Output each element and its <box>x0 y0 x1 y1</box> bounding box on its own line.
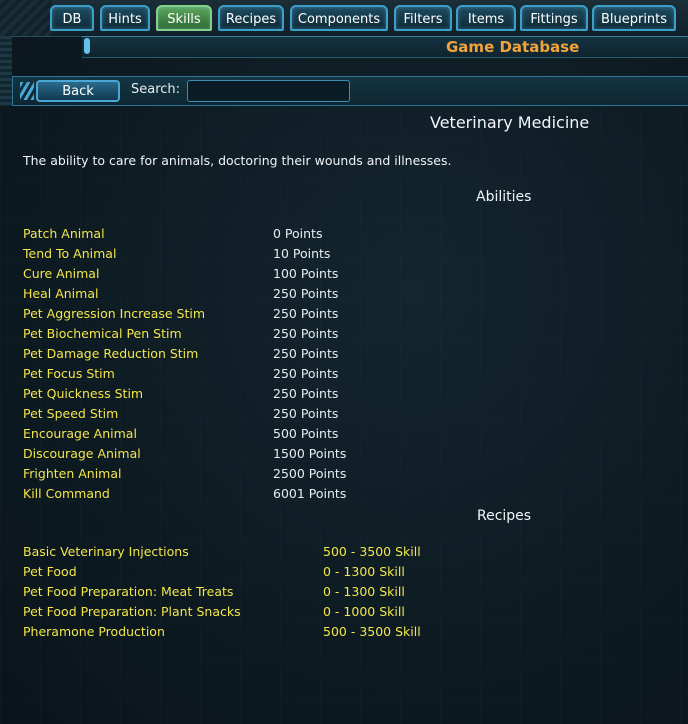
tab-blueprints[interactable]: Blueprints <box>592 5 676 31</box>
ability-points: 250 Points <box>273 326 339 341</box>
ability-name[interactable]: Encourage Animal <box>23 424 137 444</box>
ability-row: Cure Animal 100 Points <box>23 264 623 284</box>
ability-points: 250 Points <box>273 306 339 321</box>
ability-name[interactable]: Pet Damage Reduction Stim <box>23 344 198 364</box>
ability-name[interactable]: Kill Command <box>23 484 110 504</box>
left-frame-decoration <box>0 36 12 106</box>
recipe-name[interactable]: Basic Veterinary Injections <box>23 542 189 562</box>
ability-points: 10 Points <box>273 246 331 261</box>
ability-row: Pet Damage Reduction Stim 250 Points <box>23 344 623 364</box>
title-bar-cap <box>84 38 90 54</box>
nav-decoration <box>0 0 52 36</box>
ability-name[interactable]: Frighten Animal <box>23 464 122 484</box>
skill-description: The ability to care for animals, doctori… <box>23 153 452 168</box>
recipe-skill-range: 0 - 1300 Skill <box>323 584 405 599</box>
skill-title: Veterinary Medicine <box>430 113 590 132</box>
search-input[interactable] <box>187 80 350 102</box>
ability-row: Patch Animal 0 Points <box>23 224 623 244</box>
recipes-heading: Recipes <box>477 508 532 524</box>
ability-points: 1500 Points <box>273 446 347 461</box>
ability-points: 250 Points <box>273 346 339 361</box>
ability-points: 250 Points <box>273 386 339 401</box>
tab-items[interactable]: Items <box>456 5 516 31</box>
back-arrow-icon <box>20 82 34 100</box>
ability-points: 500 Points <box>273 426 339 441</box>
recipe-name[interactable]: Pet Food <box>23 562 77 582</box>
ability-row: Pet Biochemical Pen Stim 250 Points <box>23 324 623 344</box>
ability-name[interactable]: Patch Animal <box>23 224 105 244</box>
abilities-heading: Abilities <box>476 189 532 205</box>
recipe-row: Pheramone Production 500 - 3500 Skill <box>23 622 623 642</box>
ability-name[interactable]: Pet Biochemical Pen Stim <box>23 324 182 344</box>
title-bar <box>82 36 688 58</box>
tab-hints[interactable]: Hints <box>100 5 150 31</box>
tab-db[interactable]: DB <box>50 5 94 31</box>
recipe-name[interactable]: Pet Food Preparation: Meat Treats <box>23 582 233 602</box>
recipe-name[interactable]: Pheramone Production <box>23 622 165 642</box>
recipe-skill-range: 0 - 1000 Skill <box>323 604 405 619</box>
ability-row: Discourage Animal 1500 Points <box>23 444 623 464</box>
ability-name[interactable]: Heal Animal <box>23 284 98 304</box>
tab-fittings[interactable]: Fittings <box>520 5 588 31</box>
recipe-row: Pet Food Preparation: Meat Treats 0 - 130… <box>23 582 623 602</box>
ability-points: 250 Points <box>273 366 339 381</box>
ability-name[interactable]: Pet Aggression Increase Stim <box>23 304 205 324</box>
recipe-skill-range: 500 - 3500 Skill <box>323 624 421 639</box>
tab-components[interactable]: Components <box>290 5 388 31</box>
tab-filters[interactable]: Filters <box>394 5 452 31</box>
ability-points: 0 Points <box>273 226 323 241</box>
recipe-skill-range: 500 - 3500 Skill <box>323 544 421 559</box>
ability-points: 6001 Points <box>273 486 347 501</box>
ability-name[interactable]: Pet Focus Stim <box>23 364 115 384</box>
ability-points: 250 Points <box>273 286 339 301</box>
recipe-name[interactable]: Pet Food Preparation: Plant Snacks <box>23 602 241 622</box>
ability-points: 100 Points <box>273 266 339 281</box>
ability-row: Pet Focus Stim 250 Points <box>23 364 623 384</box>
back-button[interactable]: Back <box>36 80 120 102</box>
tab-recipes[interactable]: Recipes <box>218 5 284 31</box>
ability-row: Encourage Animal 500 Points <box>23 424 623 444</box>
ability-row: Frighten Animal 2500 Points <box>23 464 623 484</box>
recipe-skill-range: 0 - 1300 Skill <box>323 564 405 579</box>
ability-row: Kill Command 6001 Points <box>23 484 623 504</box>
ability-name[interactable]: Cure Animal <box>23 264 99 284</box>
ability-row: Pet Aggression Increase Stim 250 Points <box>23 304 623 324</box>
ability-row: Heal Animal 250 Points <box>23 284 623 304</box>
tab-skills[interactable]: Skills <box>156 5 212 31</box>
ability-points: 2500 Points <box>273 466 347 481</box>
ability-name[interactable]: Tend To Animal <box>23 244 116 264</box>
ability-row: Tend To Animal 10 Points <box>23 244 623 264</box>
ability-name[interactable]: Discourage Animal <box>23 444 141 464</box>
ability-points: 250 Points <box>273 406 339 421</box>
ability-name[interactable]: Pet Quickness Stim <box>23 384 143 404</box>
ability-row: Pet Speed Stim 250 Points <box>23 404 623 424</box>
recipe-row: Pet Food Preparation: Plant Snacks 0 - 10… <box>23 602 623 622</box>
ability-row: Pet Quickness Stim 250 Points <box>23 384 623 404</box>
ability-name[interactable]: Pet Speed Stim <box>23 404 118 424</box>
search-label: Search: <box>131 82 181 97</box>
window-title: Game Database <box>446 38 580 56</box>
recipe-row: Pet Food 0 - 1300 Skill <box>23 562 623 582</box>
recipe-row: Basic Veterinary Injections 500 - 3500 Sk… <box>23 542 623 562</box>
